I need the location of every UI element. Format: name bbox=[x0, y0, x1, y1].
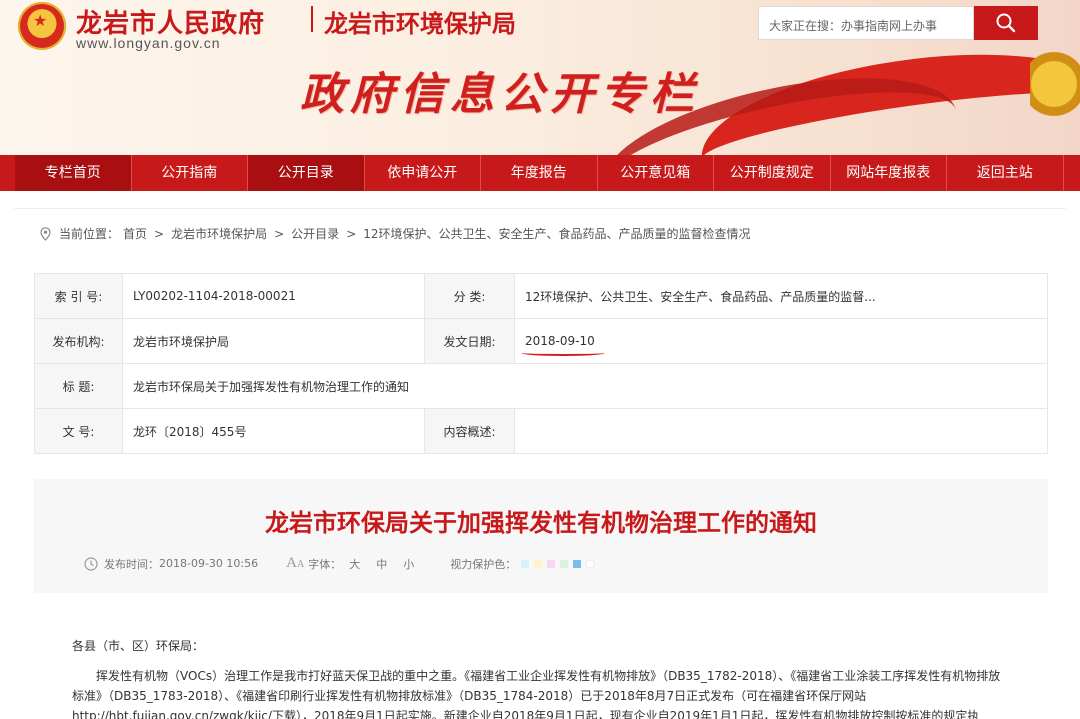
document-info-table: 索 引 号: LY00202-1104-2018-00021 分 类: 12环境… bbox=[34, 273, 1048, 454]
font-medium-button[interactable]: 中 bbox=[376, 556, 387, 572]
nav-item-annual-report[interactable]: 年度报告 bbox=[481, 155, 598, 191]
issue-date-label: 发文日期: bbox=[424, 318, 515, 364]
breadcrumb-home[interactable]: 首页 bbox=[123, 225, 147, 242]
doc-no-value: 龙环〔2018〕455号 bbox=[122, 408, 425, 454]
summary-value bbox=[514, 408, 1048, 454]
header-banner: 龙岩市人民政府 龙岩市环境保护局 www.longyan.gov.cn 政府信息… bbox=[0, 0, 1080, 155]
nav-item-regulations[interactable]: 公开制度规定 bbox=[714, 155, 831, 191]
nav-item-request[interactable]: 依申请公开 bbox=[365, 155, 481, 191]
table-row: 文 号: 龙环〔2018〕455号 内容概述: bbox=[34, 408, 1048, 454]
eye-care-color-1[interactable] bbox=[521, 559, 530, 568]
nav-item-guide[interactable]: 公开指南 bbox=[132, 155, 248, 191]
search-icon bbox=[996, 13, 1016, 33]
font-size-icon: AA bbox=[286, 555, 305, 571]
column-title: 政府信息公开专栏 bbox=[300, 69, 700, 120]
title-label: 标 题: bbox=[34, 363, 123, 409]
table-row: 发布机构: 龙岩市环境保护局 发文日期: 2018-09-10 bbox=[34, 318, 1048, 364]
salutation: 各县（市、区）环保局： bbox=[72, 639, 205, 653]
category-value: 12环境保护、公共卫生、安全生产、食品药品、产品质量的监督... bbox=[514, 273, 1048, 319]
font-label: 字体： bbox=[308, 557, 342, 571]
summary-label: 内容概述: bbox=[424, 408, 515, 454]
eye-care-color-5[interactable] bbox=[573, 559, 582, 568]
breadcrumb: 当前位置： 首页 > 龙岩市环境保护局 > 公开目录 > 12环境保护、公共卫生… bbox=[14, 208, 1066, 258]
doc-no-label: 文 号: bbox=[34, 408, 123, 454]
gold-flower-decoration bbox=[1030, 40, 1080, 150]
index-value: LY00202-1104-2018-00021 bbox=[122, 273, 425, 319]
main-nav: 专栏首页 公开指南 公开目录 依申请公开 年度报告 公开意见箱 公开制度规定 网… bbox=[0, 155, 1080, 191]
publisher-value: 龙岩市环境保护局 bbox=[122, 318, 425, 364]
category-label: 分 类: bbox=[424, 273, 515, 319]
font-large-button[interactable]: 大 bbox=[349, 556, 360, 572]
publish-time: 2018-09-30 10:56 bbox=[159, 557, 259, 570]
breadcrumb-bureau[interactable]: 龙岩市环境保护局 bbox=[171, 225, 267, 242]
search-input[interactable]: 大家正在搜：办事指南网上办事 bbox=[758, 6, 974, 40]
eye-care-color-2[interactable] bbox=[534, 559, 543, 568]
breadcrumb-separator: > bbox=[346, 226, 357, 241]
eye-care-color-4[interactable] bbox=[560, 559, 569, 568]
article-body: 各县（市、区）环保局： 挥发性有机物（VOCs）治理工作是我市打好蓝天保卫战的重… bbox=[72, 636, 1012, 719]
font-small-button[interactable]: 小 bbox=[403, 556, 414, 572]
publish-time-label: 发布时间： bbox=[104, 557, 159, 571]
issue-date-cell: 2018-09-10 bbox=[514, 318, 1048, 364]
clock-icon bbox=[84, 556, 98, 571]
publisher-label: 发布机构: bbox=[34, 318, 123, 364]
issue-date-value: 2018-09-10 bbox=[521, 334, 605, 356]
nav-item-catalog[interactable]: 公开目录 bbox=[248, 155, 365, 191]
nav-item-home[interactable]: 专栏首页 bbox=[15, 155, 132, 191]
location-pin-icon bbox=[40, 226, 51, 241]
nav-item-feedback[interactable]: 公开意见箱 bbox=[598, 155, 714, 191]
eye-care-label: 视力保护色： bbox=[450, 557, 517, 571]
article-title: 龙岩市环保局关于加强挥发性有机物治理工作的通知 bbox=[265, 509, 817, 537]
nav-item-site-report[interactable]: 网站年度报表 bbox=[831, 155, 947, 191]
breadcrumb-prefix: 当前位置： bbox=[59, 227, 120, 241]
eye-care-color-3[interactable] bbox=[547, 559, 556, 568]
search-button[interactable] bbox=[974, 6, 1038, 40]
nav-item-back-main[interactable]: 返回主站 bbox=[947, 155, 1064, 191]
site-url: www.longyan.gov.cn bbox=[76, 35, 221, 51]
table-row: 索 引 号: LY00202-1104-2018-00021 分 类: 12环境… bbox=[34, 273, 1048, 319]
title-divider bbox=[311, 6, 313, 32]
breadcrumb-catalog[interactable]: 公开目录 bbox=[291, 225, 339, 242]
article-meta: 发布时间： 2018-09-30 10:56 AA 字体： 大 中 小 视力保护… bbox=[84, 555, 595, 572]
breadcrumb-separator: > bbox=[274, 226, 285, 241]
paragraph: 挥发性有机物（VOCs）治理工作是我市打好蓝天保卫战的重中之重。《福建省工业企业… bbox=[72, 669, 1001, 719]
breadcrumb-separator: > bbox=[154, 226, 165, 241]
article-header: 龙岩市环保局关于加强挥发性有机物治理工作的通知 发布时间： 2018-09-30… bbox=[34, 479, 1048, 593]
national-emblem-icon[interactable] bbox=[18, 2, 66, 50]
breadcrumb-current[interactable]: 12环境保护、公共卫生、安全生产、食品药品、产品质量的监督检查情况 bbox=[363, 225, 750, 242]
eye-care-color-6[interactable] bbox=[586, 559, 595, 568]
bureau-name[interactable]: 龙岩市环境保护局 bbox=[324, 4, 516, 39]
table-row: 标 题: 龙岩市环保局关于加强挥发性有机物治理工作的通知 bbox=[34, 363, 1048, 409]
title-value: 龙岩市环保局关于加强挥发性有机物治理工作的通知 bbox=[122, 363, 1048, 409]
index-label: 索 引 号: bbox=[34, 273, 123, 319]
